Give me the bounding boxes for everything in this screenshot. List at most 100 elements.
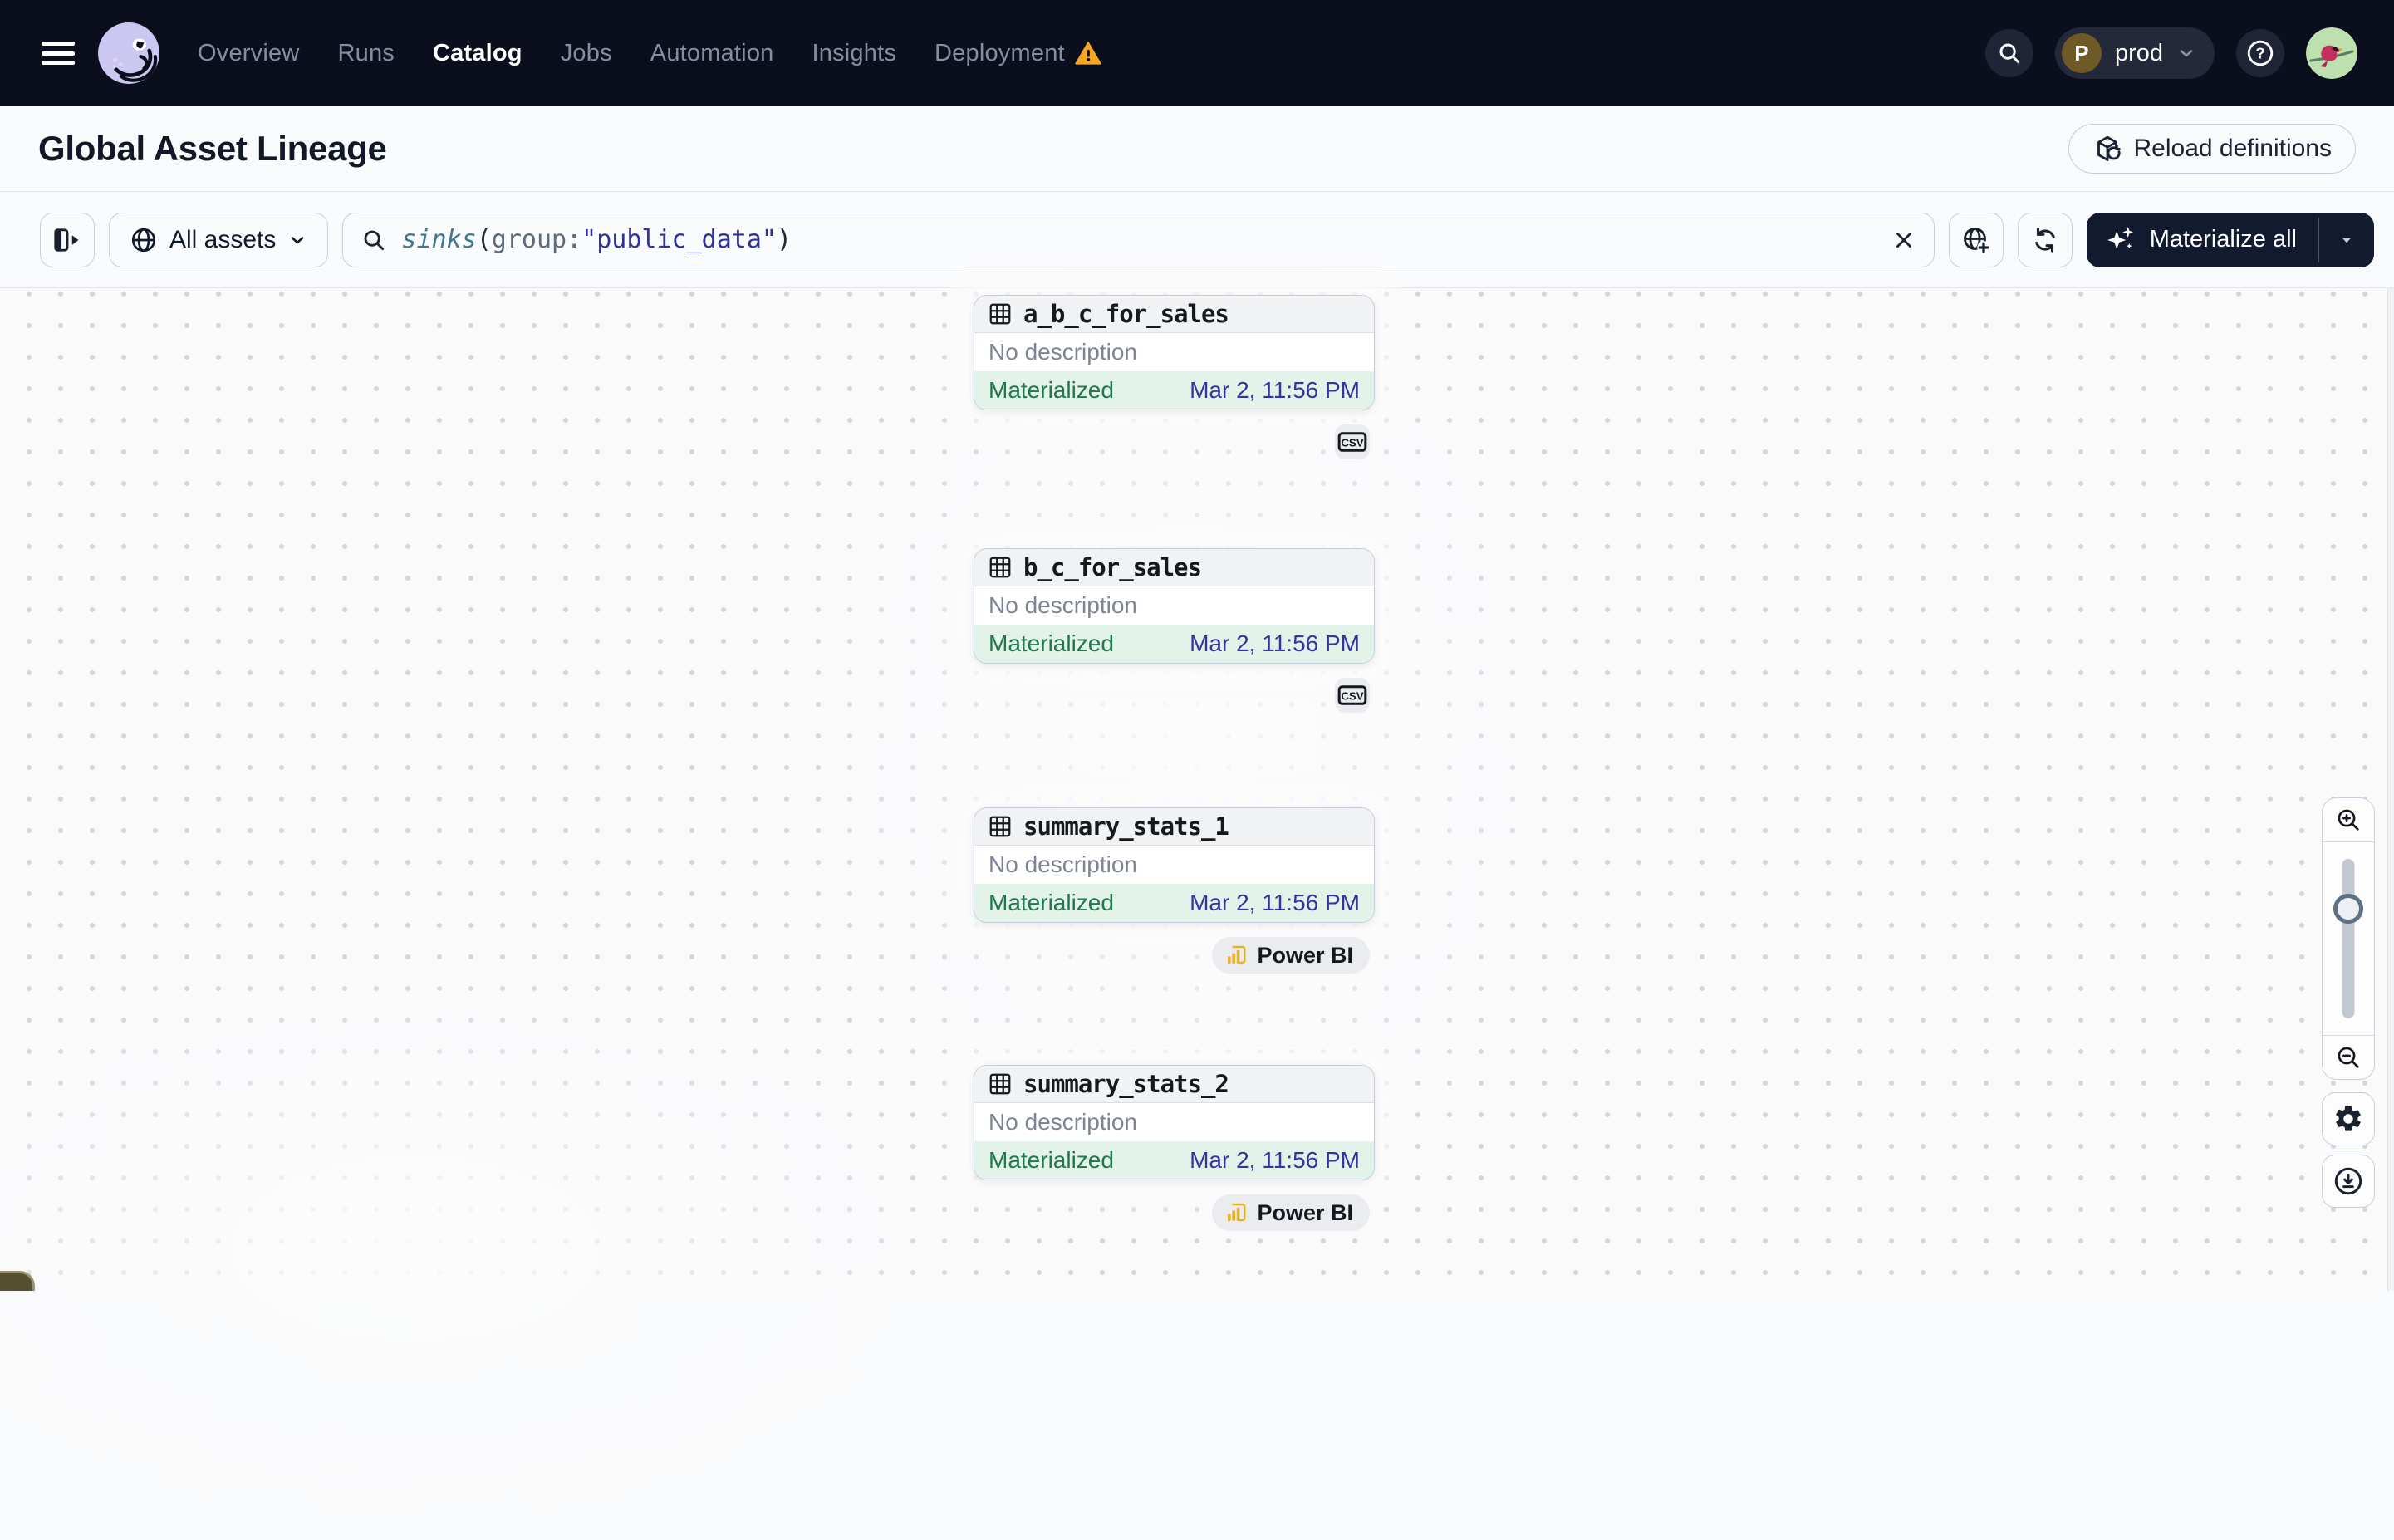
primary-nav: Overview Runs Catalog Jobs Automation In…: [198, 40, 1101, 67]
hamburger-icon[interactable]: [42, 42, 75, 65]
deployment-switcher[interactable]: P prod: [2054, 27, 2215, 79]
asset-name: a_b_c_for_sales: [1023, 300, 1229, 328]
help-icon: ?: [2245, 38, 2275, 68]
status-badge: Materialized: [989, 377, 1114, 403]
materialize-all-split-button: Materialize all: [2086, 212, 2374, 267]
csv-file-icon: CSV: [1337, 679, 1368, 711]
zoom-slider-track[interactable]: [2342, 859, 2355, 1018]
asset-node-summary-stats-1[interactable]: summary_stats_1 No description Materiali…: [974, 807, 1375, 923]
graph-settings-button[interactable]: [2322, 1092, 2375, 1145]
dagster-logo[interactable]: [98, 22, 159, 84]
top-navigation: Overview Runs Catalog Jobs Automation In…: [0, 0, 2394, 106]
asset-scope-dropdown[interactable]: All assets: [109, 212, 329, 267]
page-header: Global Asset Lineage Reload definitions: [0, 106, 2394, 192]
asset-node-summary-stats-2[interactable]: summary_stats_2 No description Materiali…: [974, 1065, 1375, 1180]
query-open-paren: (: [476, 225, 492, 254]
table-icon: [988, 555, 1013, 580]
status-badge: Materialized: [989, 1147, 1114, 1173]
selection-query: sinks(group: "public_data"): [401, 225, 792, 254]
global-search-button[interactable]: [1984, 29, 2033, 77]
panel-toggle-icon: [52, 227, 82, 253]
save-catalog-view-button[interactable]: [1948, 212, 2004, 267]
reload-definitions-button[interactable]: Reload definitions: [2068, 124, 2356, 174]
zoom-in-button[interactable]: [2323, 798, 2374, 842]
asset-node-group: a_b_c_for_sales No description Materiali…: [974, 295, 1375, 459]
asset-status-bar: Materialized Mar 2, 11:56 PM: [974, 371, 1374, 410]
zoom-slider-thumb[interactable]: [2333, 894, 2363, 924]
materialization-timestamp[interactable]: Mar 2, 11:56 PM: [1190, 1147, 1360, 1174]
asset-card-header: b_c_for_sales: [974, 549, 1374, 586]
materialization-timestamp[interactable]: Mar 2, 11:56 PM: [1190, 630, 1360, 657]
zoom-out-button[interactable]: [2323, 1035, 2374, 1079]
powerbi-icon: [1224, 1200, 1249, 1225]
status-badge: Materialized: [989, 630, 1114, 656]
lineage-graph-canvas[interactable]: a_b_c_for_sales No description Materiali…: [0, 222, 2394, 1540]
materialize-options-button[interactable]: [2319, 213, 2374, 267]
caret-down-icon: [2338, 231, 2356, 249]
nav-item-insights[interactable]: Insights: [812, 40, 896, 67]
materialization-timestamp[interactable]: Mar 2, 11:56 PM: [1190, 890, 1360, 916]
lineage-toolbar: All assets sinks(group: "public_data") M…: [0, 192, 2394, 288]
asset-selection-input[interactable]: sinks(group: "public_data"): [342, 212, 1935, 267]
chevron-down-icon: [287, 230, 307, 250]
powerbi-tag-badge[interactable]: Power BI: [1212, 1194, 1370, 1231]
zoom-out-icon: [2335, 1044, 2362, 1071]
nav-item-overview[interactable]: Overview: [198, 40, 299, 67]
svg-text:?: ?: [2255, 44, 2264, 61]
user-avatar[interactable]: [2306, 27, 2357, 79]
zoom-controls: [2322, 797, 2375, 1080]
csv-tag-badge[interactable]: CSV: [1335, 678, 1370, 713]
reload-definitions-label: Reload definitions: [2133, 135, 2333, 162]
sparkles-icon: [2105, 224, 2136, 256]
nav-item-runs[interactable]: Runs: [337, 40, 395, 67]
nav-right-cluster: P prod ?: [1984, 27, 2357, 79]
asset-tag-row: CSV: [974, 678, 1375, 713]
csv-tag-label: CSV: [1341, 690, 1363, 703]
asset-node-group: b_c_for_sales No description Materialize…: [974, 548, 1375, 713]
zoom-slider: [2323, 842, 2374, 1035]
asset-tag-row: Power BI: [974, 937, 1375, 974]
asset-description: No description: [989, 339, 1137, 365]
page-title: Global Asset Lineage: [38, 129, 387, 168]
asset-card-header: summary_stats_1: [974, 808, 1374, 846]
asset-name: summary_stats_1: [1023, 812, 1229, 841]
deployment-name: prod: [2114, 39, 2163, 66]
open-left-panel-button[interactable]: [40, 212, 95, 267]
powerbi-tag-label: Power BI: [1257, 1199, 1353, 1225]
query-function: sinks: [401, 225, 477, 254]
query-close-paren: ): [776, 225, 792, 254]
deployment-avatar: P: [2061, 33, 2102, 73]
asset-node-group: summary_stats_2 No description Materiali…: [974, 1065, 1375, 1231]
right-scroll-strip: [2387, 288, 2394, 1291]
nav-item-deployment[interactable]: Deployment: [935, 40, 1101, 67]
materialization-timestamp[interactable]: Mar 2, 11:56 PM: [1190, 377, 1360, 404]
nav-item-automation[interactable]: Automation: [650, 40, 774, 67]
asset-description: No description: [989, 592, 1137, 618]
help-button[interactable]: ?: [2236, 29, 2284, 77]
asset-node-b-c-for-sales[interactable]: b_c_for_sales No description Materialize…: [974, 548, 1375, 664]
materialize-all-label: Materialize all: [2149, 226, 2297, 253]
clear-query-button[interactable]: [1892, 228, 1916, 252]
nav-item-jobs[interactable]: Jobs: [561, 40, 612, 67]
asset-status-bar: Materialized Mar 2, 11:56 PM: [974, 1141, 1374, 1180]
canvas-fog: [0, 959, 997, 1540]
nav-item-catalog[interactable]: Catalog: [433, 40, 522, 67]
asset-scope-label: All assets: [169, 225, 277, 253]
refresh-graph-button[interactable]: [2017, 212, 2073, 267]
powerbi-tag-label: Power BI: [1257, 942, 1353, 968]
asset-node-a-b-c-for-sales[interactable]: a_b_c_for_sales No description Materiali…: [974, 295, 1375, 410]
csv-tag-badge[interactable]: CSV: [1335, 424, 1370, 459]
materialize-all-button[interactable]: Materialize all: [2087, 213, 2318, 267]
asset-status-bar: Materialized Mar 2, 11:56 PM: [974, 884, 1374, 922]
query-colon: :: [567, 225, 582, 254]
powerbi-tag-badge[interactable]: Power BI: [1212, 937, 1370, 974]
asset-name: summary_stats_2: [1023, 1070, 1229, 1098]
asset-status-bar: Materialized Mar 2, 11:56 PM: [974, 625, 1374, 663]
asset-description: No description: [989, 851, 1137, 877]
status-badge: Materialized: [989, 890, 1114, 915]
globe-add-icon: [1961, 225, 1991, 255]
table-icon: [988, 302, 1013, 326]
download-graph-button[interactable]: [2322, 1155, 2375, 1208]
asset-name: b_c_for_sales: [1023, 553, 1202, 581]
search-icon: [361, 228, 386, 253]
